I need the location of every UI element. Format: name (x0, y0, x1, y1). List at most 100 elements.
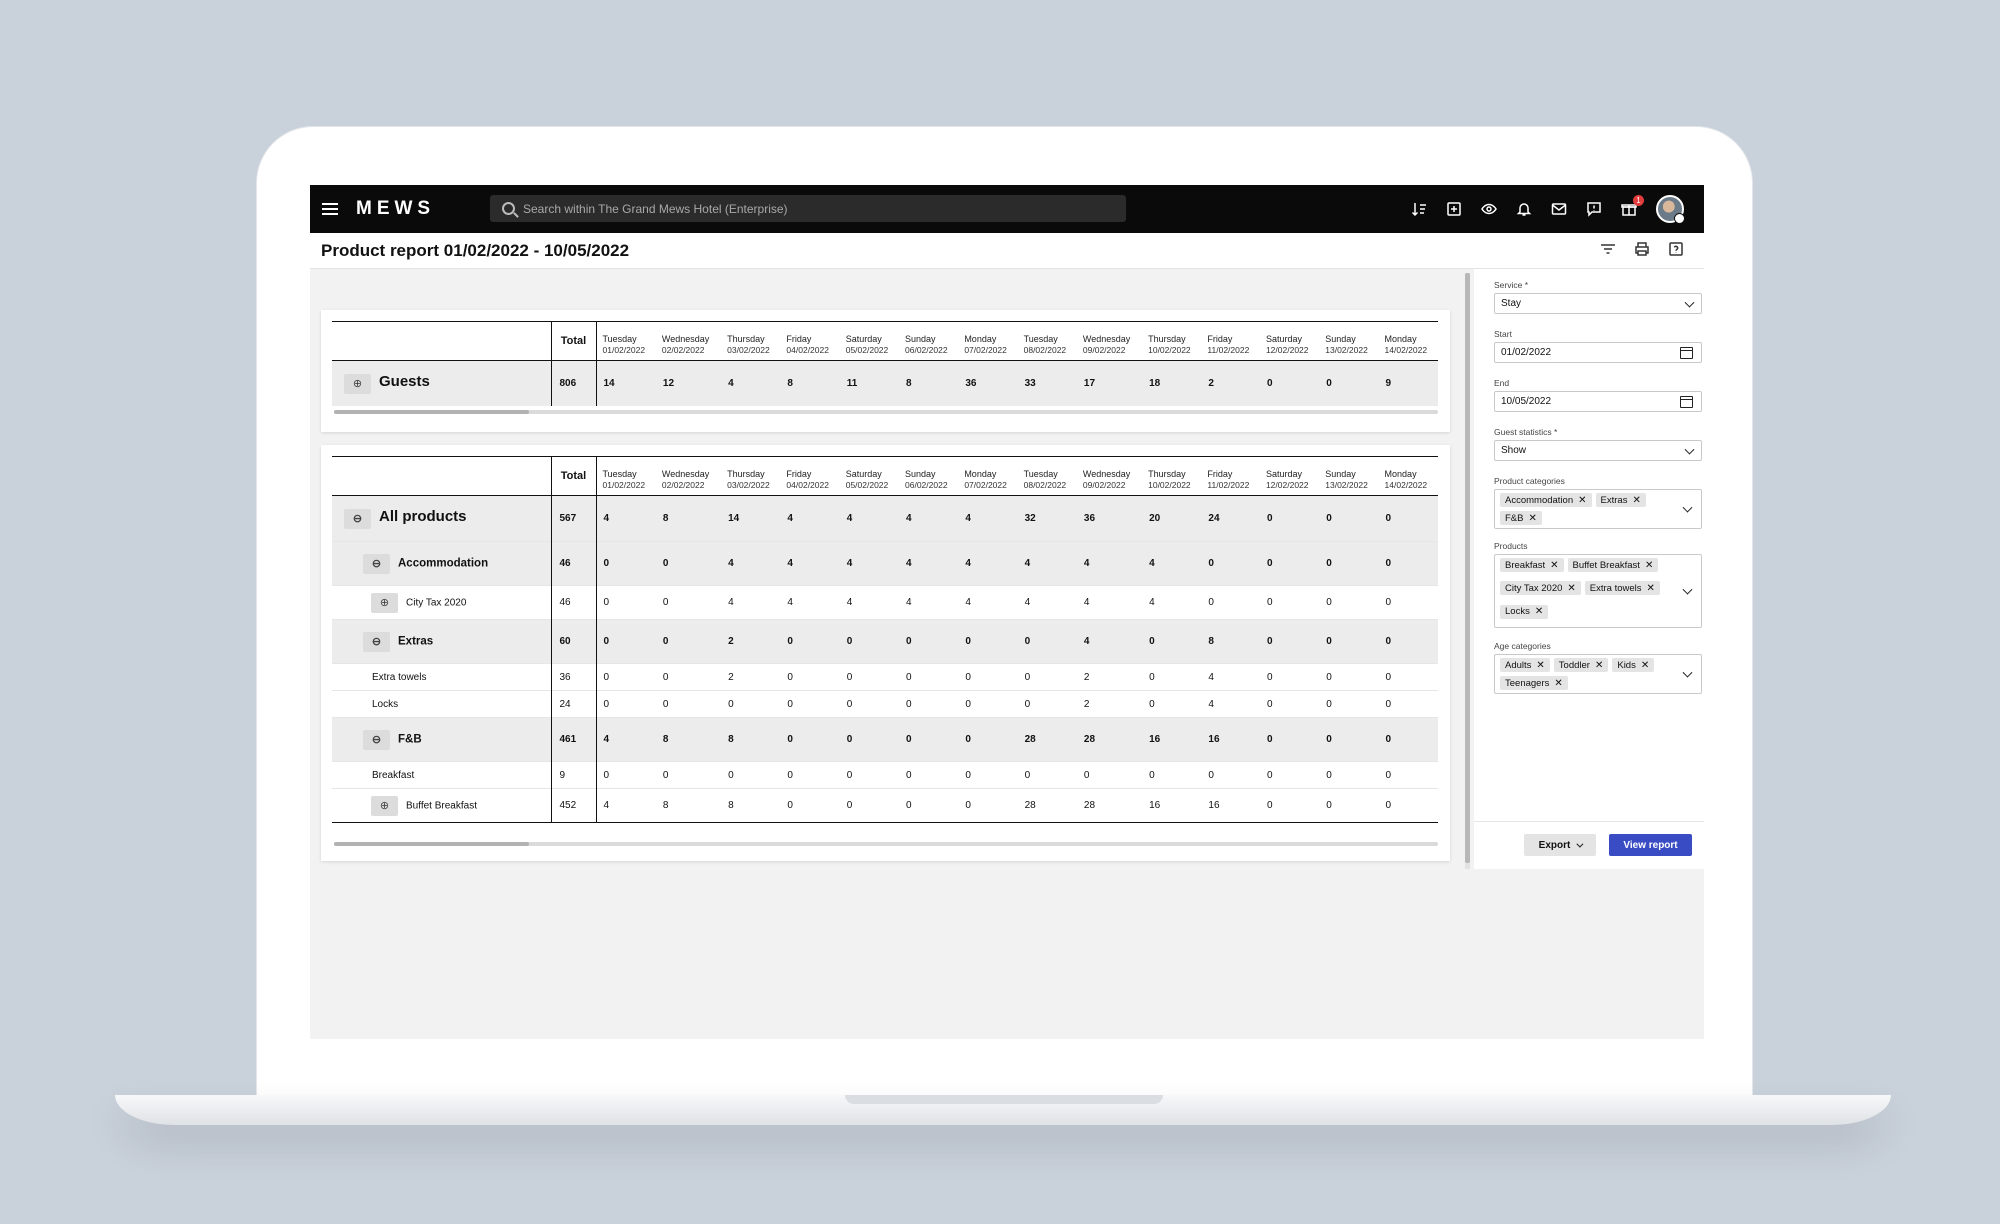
age-categories-multiselect[interactable]: Adults ✕ Toddler ✕ Kids ✕ Teenagers ✕ (1494, 654, 1702, 694)
expand-icon[interactable]: ⊕ (371, 795, 398, 816)
row-value: 16 (1208, 734, 1220, 745)
service-select[interactable]: Stay (1494, 293, 1702, 314)
add-icon[interactable] (1446, 201, 1462, 217)
end-date-field[interactable]: 10/05/2022 (1494, 391, 1702, 412)
remove-chip-icon[interactable]: ✕ (1550, 560, 1558, 571)
remove-chip-icon[interactable]: ✕ (1536, 660, 1544, 671)
age-category-chip[interactable]: Adults ✕ (1500, 658, 1550, 672)
remove-chip-icon[interactable]: ✕ (1554, 678, 1562, 689)
product-categories-multiselect[interactable]: Accommodation ✕ Extras ✕ F&B ✕ (1494, 489, 1702, 529)
guests-value: 0 (1266, 377, 1273, 389)
collapse-icon[interactable]: ⊖ (344, 508, 371, 529)
sort-icon[interactable] (1411, 201, 1427, 217)
search-input[interactable]: Search within The Grand Mews Hotel (Ente… (490, 195, 1126, 222)
remove-chip-icon[interactable]: ✕ (1595, 660, 1603, 671)
calendar-icon[interactable] (1680, 346, 1693, 359)
date-column-header: Friday 04/02/2022 (780, 457, 839, 496)
expand-guests-icon[interactable]: ⊕ (344, 373, 371, 394)
filter-icon[interactable] (1600, 241, 1616, 257)
column-day: Friday (1207, 469, 1233, 479)
expand-icon[interactable]: ⊕ (371, 592, 398, 613)
column-day: Sunday (905, 334, 936, 344)
row-value: 4 (906, 558, 912, 569)
date-column-header: Saturday 12/02/2022 (1260, 322, 1319, 361)
row-value: 28 (1024, 800, 1036, 811)
product-category-chip[interactable]: Extras ✕ (1595, 493, 1646, 507)
help-icon[interactable] (1668, 241, 1684, 257)
product-chip[interactable]: Buffet Breakfast ✕ (1567, 558, 1659, 572)
column-day: Thursday (727, 334, 765, 344)
remove-chip-icon[interactable]: ✕ (1535, 606, 1543, 617)
remove-chip-icon[interactable]: ✕ (1645, 560, 1653, 571)
date-column-header: Thursday 03/02/2022 (721, 322, 780, 361)
column-day: Monday (964, 334, 997, 344)
row-label: All products (379, 508, 467, 526)
product-chip[interactable]: City Tax 2020 ✕ (1500, 581, 1581, 596)
feedback-icon[interactable] (1586, 201, 1602, 217)
row-value: 0 (1385, 734, 1392, 745)
row-value: 0 (662, 769, 669, 781)
view-report-button[interactable]: View report (1609, 834, 1692, 856)
row-value: 0 (1326, 734, 1332, 745)
date-column-header: Tuesday 08/02/2022 (1018, 457, 1077, 496)
guest-statistics-select[interactable]: Show (1494, 440, 1702, 461)
row-value: 4 (603, 800, 610, 811)
remove-chip-icon[interactable]: ✕ (1578, 495, 1586, 506)
row-value: 0 (1326, 769, 1332, 781)
bell-icon[interactable] (1516, 201, 1532, 217)
calendar-icon[interactable] (1680, 395, 1693, 408)
age-category-chip[interactable]: Teenagers ✕ (1500, 676, 1568, 690)
product-category-chip[interactable]: F&B ✕ (1500, 511, 1542, 525)
remove-chip-icon[interactable]: ✕ (1641, 660, 1649, 671)
collapse-icon[interactable]: ⊖ (363, 553, 390, 574)
products-multiselect[interactable]: Breakfast ✕ Buffet Breakfast ✕ City Tax 2020… (1494, 554, 1702, 628)
gift-icon[interactable]: 1 (1621, 195, 1644, 217)
remove-chip-icon[interactable]: ✕ (1567, 583, 1575, 594)
user-avatar[interactable] (1656, 195, 1685, 224)
vertical-scrollbar[interactable] (1465, 273, 1470, 869)
row-value: 4 (1208, 698, 1214, 710)
row-value: 0 (1266, 698, 1273, 710)
row-label-cell: Breakfast (332, 762, 551, 789)
row-value: 0 (846, 636, 853, 647)
remove-chip-icon[interactable]: ✕ (1647, 583, 1655, 594)
age-category-chip[interactable]: Kids ✕ (1612, 658, 1655, 672)
export-button[interactable]: Export (1524, 834, 1596, 856)
chip-label: Adults (1505, 659, 1532, 671)
column-date: 01/02/2022 (602, 480, 646, 490)
print-icon[interactable] (1634, 241, 1650, 257)
start-date-field[interactable]: 01/02/2022 (1494, 342, 1702, 363)
remove-chip-icon[interactable]: ✕ (1632, 495, 1640, 506)
column-day: Sunday (905, 469, 936, 479)
column-date: 10/02/2022 (1148, 345, 1191, 355)
remove-chip-icon[interactable]: ✕ (1528, 513, 1536, 524)
mail-icon[interactable] (1551, 201, 1567, 217)
column-date: 11/02/2022 (1207, 480, 1250, 490)
products-horizontal-scrollbar[interactable] (334, 842, 1438, 846)
menu-icon[interactable] (322, 203, 338, 215)
row-value: 0 (1024, 636, 1031, 647)
product-chip[interactable]: Breakfast ✕ (1500, 558, 1564, 572)
row-value: 4 (603, 734, 610, 745)
product-chip[interactable]: Locks ✕ (1500, 604, 1549, 619)
column-date: 04/02/2022 (786, 480, 829, 490)
age-category-chip[interactable]: Toddler ✕ (1553, 658, 1609, 672)
product-category-chip[interactable]: Accommodation ✕ (1500, 493, 1592, 507)
row-label: Locks (372, 698, 399, 710)
row-value: 4 (1083, 636, 1090, 647)
date-column-header: Saturday 05/02/2022 (840, 457, 899, 496)
eye-icon[interactable] (1481, 201, 1497, 217)
date-column-header: Wednesday 09/02/2022 (1077, 457, 1142, 496)
collapse-icon[interactable]: ⊖ (363, 729, 390, 750)
guests-value: 36 (965, 377, 977, 389)
product-chip[interactable]: Extra towels ✕ (1584, 581, 1660, 596)
date-column-header: Wednesday 09/02/2022 (1077, 322, 1142, 361)
guests-horizontal-scrollbar[interactable] (334, 410, 1438, 414)
row-value: 20 (1149, 513, 1161, 524)
column-day: Wednesday (661, 334, 710, 344)
row-value: 0 (1326, 800, 1332, 811)
row-value: 2 (1083, 698, 1090, 710)
mews-logo[interactable]: MEWS (356, 198, 435, 220)
collapse-icon[interactable]: ⊖ (363, 631, 390, 652)
column-date: 02/02/2022 (661, 345, 705, 355)
